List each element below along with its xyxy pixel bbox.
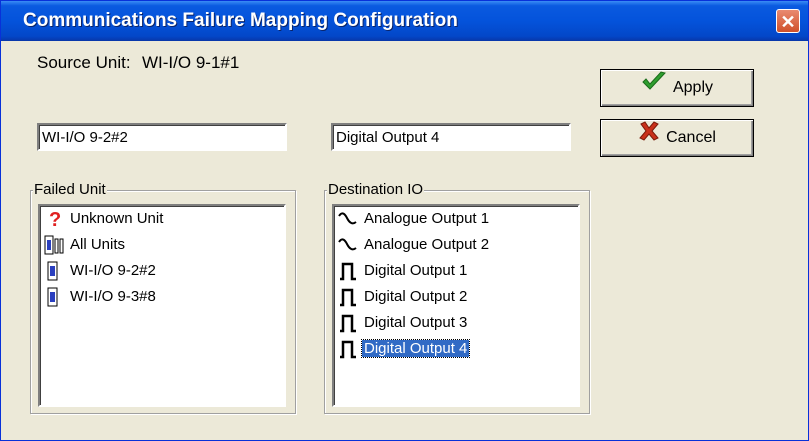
digital-icon <box>338 286 358 308</box>
list-item[interactable]: Analogue Output 1 <box>338 206 491 232</box>
failed-unit-group-title: Failed Unit <box>33 181 107 198</box>
destination-io-group: Destination IO Analogue Output 1 Analogu… <box>324 181 590 414</box>
checkmark-icon <box>641 70 667 106</box>
cancel-label: Cancel <box>666 129 716 147</box>
failed-unit-list[interactable]: ? Unknown Unit All Units WI-I/O 9-2#2 WI… <box>38 204 286 407</box>
destination-io-group-title: Destination IO <box>327 181 425 198</box>
apply-button[interactable]: Apply <box>600 69 754 107</box>
list-item[interactable]: WI-I/O 9-3#8 <box>44 284 158 310</box>
apply-label: Apply <box>672 79 714 97</box>
source-unit-value: WI-I/O 9-1#1 <box>142 53 240 72</box>
digital-icon <box>338 260 358 282</box>
digital-icon <box>338 312 358 334</box>
dialog-window: Communications Failure Mapping Configura… <box>0 0 809 441</box>
close-button[interactable]: ✕ <box>776 9 800 33</box>
failed-unit-group: Failed Unit ? Unknown Unit All Units WI-… <box>30 181 296 414</box>
unit-icon <box>44 286 64 308</box>
list-item[interactable]: All Units <box>44 232 127 258</box>
question-icon: ? <box>44 208 64 231</box>
analogue-icon <box>338 208 358 230</box>
list-item-selected[interactable]: Digital Output 4 <box>338 336 471 362</box>
destination-field[interactable]: Digital Output 4 <box>331 123 571 151</box>
list-item[interactable]: Digital Output 1 <box>338 258 469 284</box>
list-item[interactable]: ? Unknown Unit <box>44 206 165 232</box>
list-item[interactable]: Digital Output 2 <box>338 284 469 310</box>
svg-text:?: ? <box>49 209 61 230</box>
title-bar[interactable]: Communications Failure Mapping Configura… <box>1 1 808 41</box>
window-title: Communications Failure Mapping Configura… <box>23 10 458 31</box>
list-item[interactable]: Digital Output 3 <box>338 310 469 336</box>
destination-io-list[interactable]: Analogue Output 1 Analogue Output 2 Digi… <box>332 204 580 407</box>
x-icon <box>638 120 660 156</box>
all-units-icon <box>44 234 64 256</box>
failed-unit-field[interactable]: WI-I/O 9-2#2 <box>37 123 287 151</box>
digital-icon <box>338 338 358 360</box>
list-item[interactable]: Analogue Output 2 <box>338 232 491 258</box>
source-unit-label: Source Unit: <box>37 53 131 72</box>
unit-icon <box>44 260 64 282</box>
analogue-icon <box>338 234 358 256</box>
list-item[interactable]: WI-I/O 9-2#2 <box>44 258 158 284</box>
cancel-button[interactable]: Cancel <box>600 119 754 157</box>
